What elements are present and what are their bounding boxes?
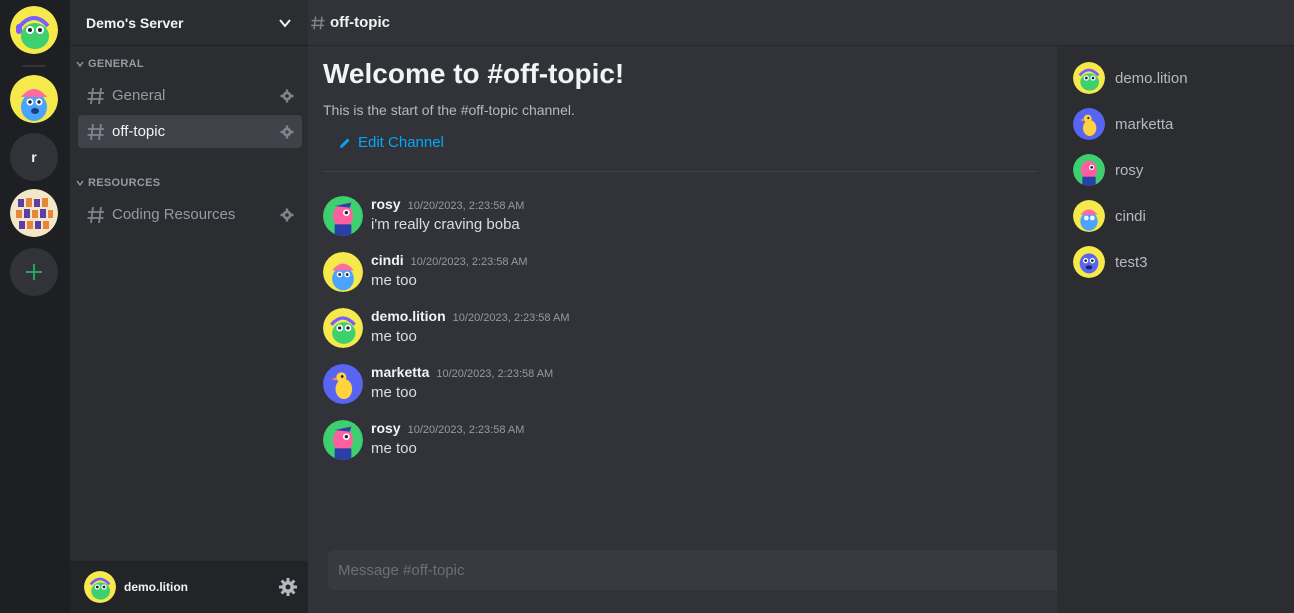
message-text: me too: [371, 328, 417, 345]
pencil-icon: [340, 138, 350, 148]
member-item[interactable]: marketta: [1073, 107, 1173, 141]
settings-gear-icon[interactable]: [278, 577, 298, 597]
message-meta: marketta 10/20/2023, 2:23:58 AM: [371, 364, 553, 380]
server-icon-r[interactable]: r: [10, 133, 58, 181]
gear-icon[interactable]: [280, 89, 294, 103]
message-text: me too: [371, 440, 417, 457]
avatar: [1073, 108, 1105, 140]
message: marketta 10/20/2023, 2:23:58 AM me too: [323, 360, 1023, 408]
channel-item-off-topic[interactable]: off-topic: [78, 115, 302, 148]
message-timestamp: 10/20/2023, 2:23:58 AM: [452, 312, 570, 324]
chevron-down-icon: [76, 61, 84, 68]
rail-separator: [22, 65, 46, 67]
channel-label: Coding Resources: [112, 206, 236, 223]
message-text: i'm really craving boba: [371, 216, 520, 233]
avatar: [1073, 200, 1105, 232]
channel-title: off-topic: [330, 14, 390, 31]
message-meta: rosy 10/20/2023, 2:23:58 AM: [371, 420, 524, 436]
channel-label: off-topic: [112, 123, 166, 140]
channel-label: General: [112, 87, 166, 104]
server-icon-art[interactable]: [10, 189, 58, 237]
avatar[interactable]: [323, 364, 363, 404]
add-server-button[interactable]: [10, 248, 58, 296]
welcome-subtitle: This is the start of the #off-topic chan…: [323, 102, 575, 118]
user-panel: demo.lition: [70, 561, 308, 613]
hash-icon: [87, 87, 104, 104]
chevron-down-icon: [76, 180, 84, 187]
message-meta: rosy 10/20/2023, 2:23:58 AM: [371, 196, 524, 212]
avatar: [1073, 154, 1105, 186]
channel-item-coding-resources[interactable]: Coding Resources: [78, 198, 302, 231]
hash-icon: [87, 123, 104, 140]
message: rosy 10/20/2023, 2:23:58 AM i'm really c…: [323, 192, 1023, 240]
hash-icon: [311, 16, 325, 29]
channel-sidebar: Demo's Server GENERAL General off-topic …: [70, 0, 308, 613]
chat-area: Welcome to #off-topic! This is the start…: [308, 46, 1057, 613]
member-name: cindi: [1115, 207, 1146, 225]
channel-item-general[interactable]: General: [78, 79, 302, 112]
message-composer: [328, 550, 1057, 590]
username: demo.lition: [124, 580, 188, 594]
avatar[interactable]: [323, 252, 363, 292]
divider: [323, 171, 1037, 172]
message: demo.lition 10/20/2023, 2:23:58 AM me to…: [323, 304, 1023, 352]
member-item[interactable]: test3: [1073, 245, 1148, 279]
member-name: rosy: [1115, 161, 1144, 179]
server-icon-cindi[interactable]: [10, 75, 58, 123]
member-name: test3: [1115, 253, 1148, 271]
message-input[interactable]: [338, 561, 1057, 579]
avatar[interactable]: [84, 571, 116, 603]
message-timestamp: 10/20/2023, 2:23:58 AM: [410, 256, 528, 268]
message-meta: demo.lition 10/20/2023, 2:23:58 AM: [371, 308, 570, 324]
message-author[interactable]: demo.lition: [371, 308, 446, 324]
message-text: me too: [371, 272, 417, 289]
message: rosy 10/20/2023, 2:23:58 AM me too: [323, 416, 1023, 464]
edit-channel-link[interactable]: Edit Channel: [338, 134, 444, 151]
member-list: demo.lition marketta rosy cindi test3: [1057, 46, 1294, 613]
member-item[interactable]: demo.lition: [1073, 61, 1188, 95]
member-item[interactable]: cindi: [1073, 199, 1146, 233]
message: cindi 10/20/2023, 2:23:58 AM me too: [323, 248, 1023, 296]
server-icon-demos-server[interactable]: [10, 6, 58, 54]
message-timestamp: 10/20/2023, 2:23:58 AM: [407, 200, 525, 212]
gear-icon[interactable]: [280, 208, 294, 222]
message-timestamp: 10/20/2023, 2:23:58 AM: [407, 424, 525, 436]
message-author[interactable]: cindi: [371, 252, 404, 268]
message-meta: cindi 10/20/2023, 2:23:58 AM: [371, 252, 528, 268]
message-author[interactable]: rosy: [371, 420, 401, 436]
gear-icon[interactable]: [280, 125, 294, 139]
avatar: [1073, 246, 1105, 278]
avatar[interactable]: [323, 420, 363, 460]
message-author[interactable]: marketta: [371, 364, 429, 380]
welcome-title: Welcome to #off-topic!: [323, 58, 625, 89]
message-timestamp: 10/20/2023, 2:23:58 AM: [436, 368, 554, 380]
message-author[interactable]: rosy: [371, 196, 401, 212]
chevron-down-icon: [279, 18, 291, 28]
category-resources[interactable]: RESOURCES: [76, 177, 160, 189]
member-name: marketta: [1115, 115, 1174, 133]
hash-icon: [87, 206, 104, 223]
category-general[interactable]: GENERAL: [76, 58, 144, 70]
channel-header: off-topic: [308, 0, 1294, 46]
member-name: demo.lition: [1115, 69, 1188, 87]
avatar[interactable]: [323, 196, 363, 236]
avatar[interactable]: [323, 308, 363, 348]
server-rail: r: [0, 0, 70, 613]
server-name: Demo's Server: [86, 14, 184, 31]
message-text: me too: [371, 384, 417, 401]
avatar: [1073, 62, 1105, 94]
server-header[interactable]: Demo's Server: [70, 0, 308, 46]
member-item[interactable]: rosy: [1073, 153, 1143, 187]
plus-icon: [26, 264, 42, 280]
